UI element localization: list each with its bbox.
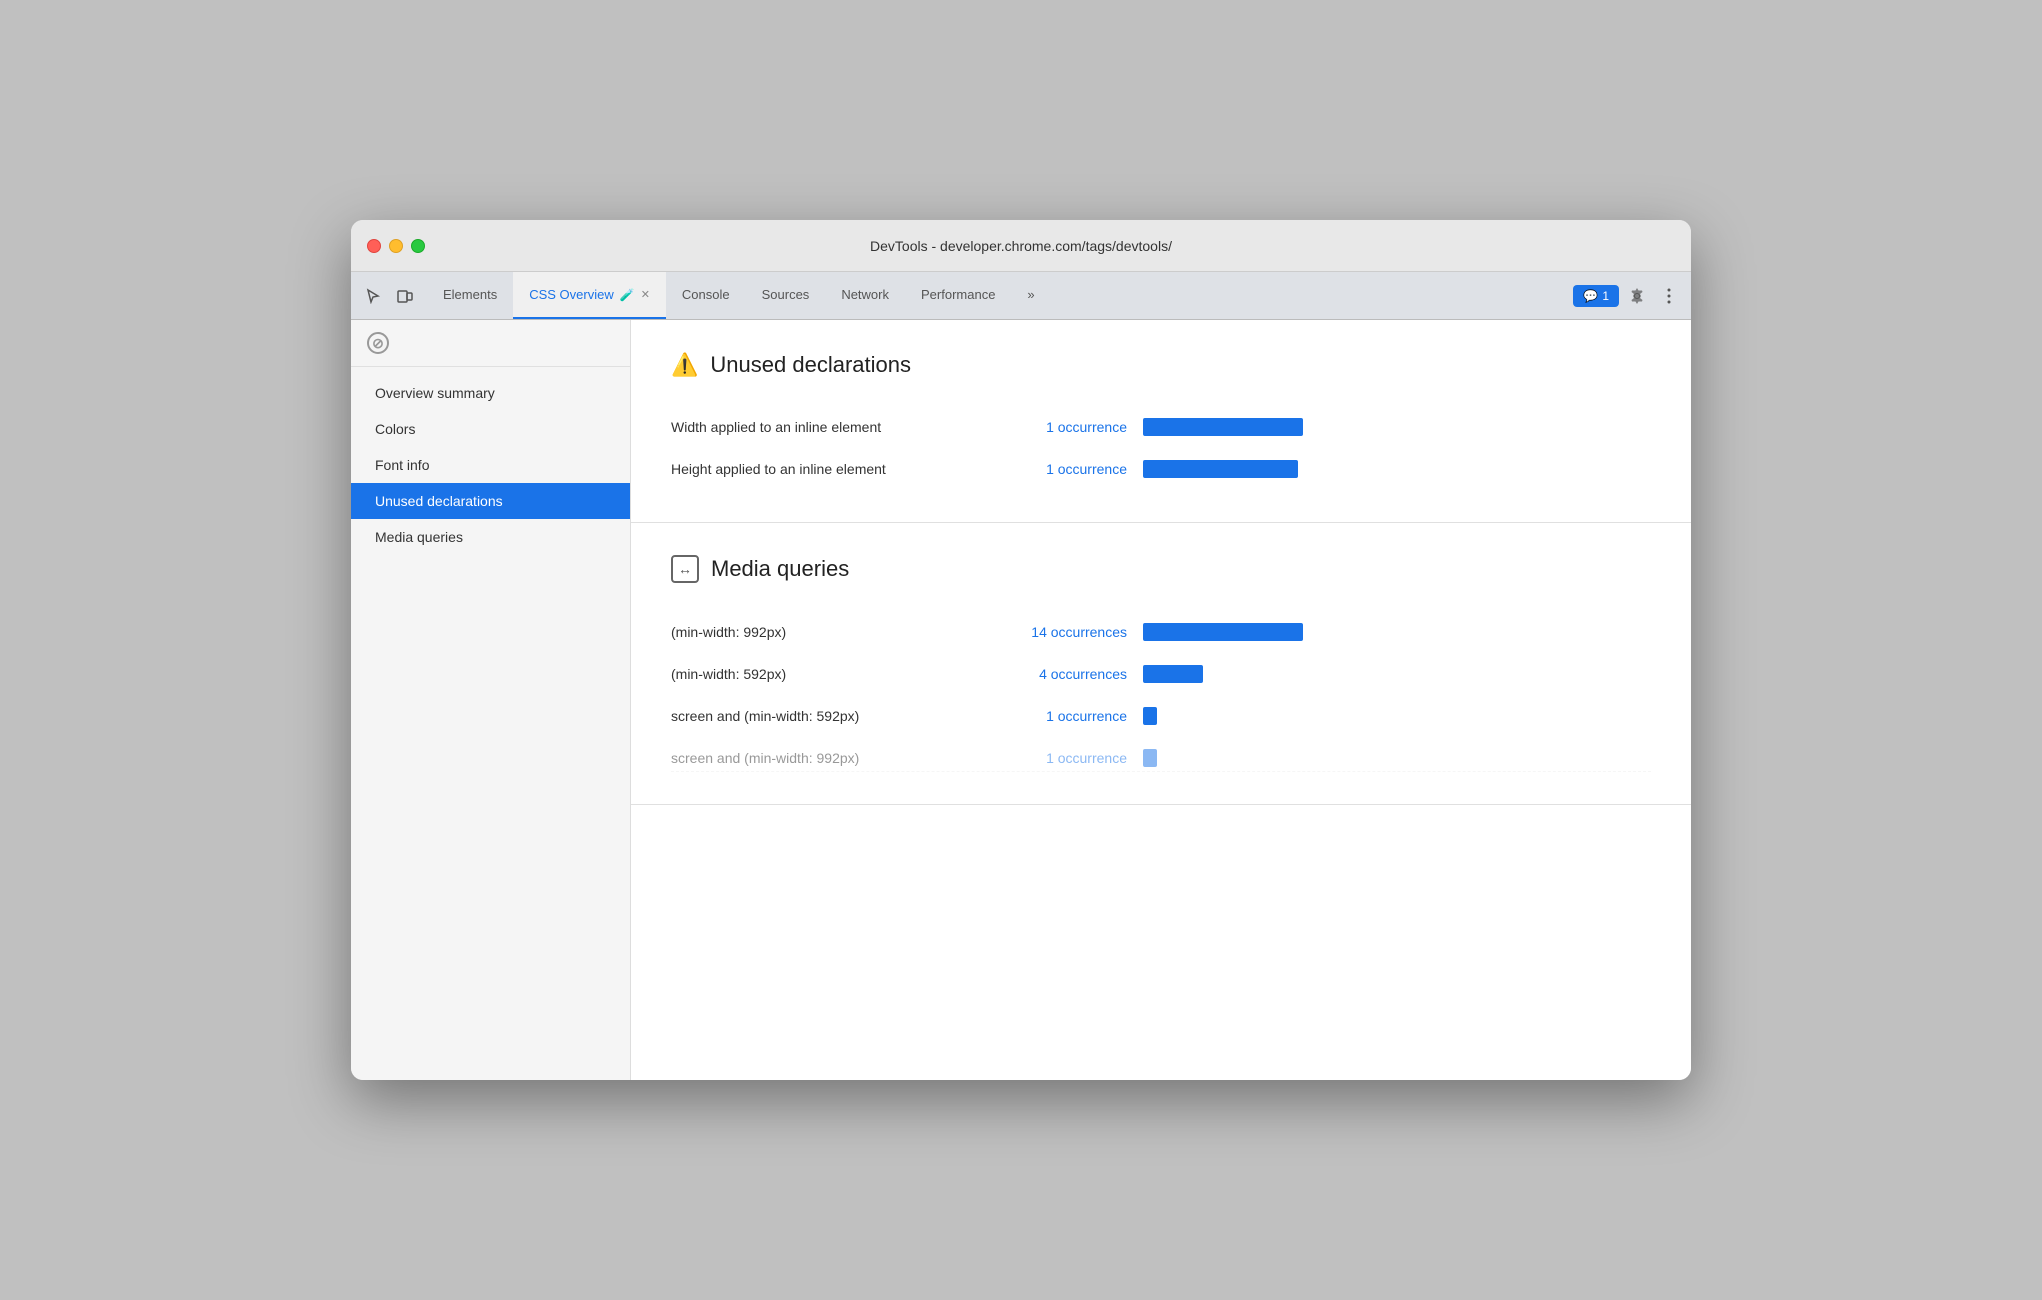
tab-elements[interactable]: Elements	[427, 272, 513, 319]
mq-occurrence-1[interactable]: 14 occurrences	[1007, 624, 1127, 640]
sidebar-item-overview-summary-label: Overview summary	[375, 385, 495, 401]
mq-bar-4	[1143, 749, 1157, 767]
declaration-label-height: Height applied to an inline element	[671, 461, 991, 477]
device-toolbar-button[interactable]	[391, 282, 419, 310]
table-row: Height applied to an inline element 1 oc…	[671, 448, 1651, 490]
table-row: (min-width: 592px) 4 occurrences	[671, 653, 1651, 695]
sidebar-nav: Overview summary Colors Font info Unused…	[351, 367, 630, 563]
sidebar-item-media-queries-label: Media queries	[375, 529, 463, 545]
tab-console[interactable]: Console	[666, 272, 746, 319]
more-options-button[interactable]	[1655, 282, 1683, 310]
tab-console-label: Console	[682, 287, 730, 302]
sidebar-item-font-info[interactable]: Font info	[351, 447, 630, 483]
tab-css-overview[interactable]: CSS Overview 🧪 ✕	[513, 272, 666, 319]
sidebar-item-unused-declarations[interactable]: Unused declarations	[351, 483, 630, 519]
cursor-tool-button[interactable]	[359, 282, 387, 310]
traffic-lights	[367, 239, 425, 253]
media-queries-header: ↔ Media queries	[671, 555, 1651, 583]
table-row: (min-width: 992px) 14 occurrences	[671, 611, 1651, 653]
tabs-container: Elements CSS Overview 🧪 ✕ Console Source…	[427, 272, 1565, 319]
close-button[interactable]	[367, 239, 381, 253]
tab-bar-right: 💬 1	[1565, 272, 1683, 319]
mq-label-4: screen and (min-width: 992px)	[671, 750, 991, 766]
tab-css-overview-label: CSS Overview	[529, 287, 614, 302]
sidebar-item-media-queries[interactable]: Media queries	[351, 519, 630, 555]
tab-network[interactable]: Network	[825, 272, 905, 319]
mq-bar-1	[1143, 623, 1303, 641]
mq-occurrence-4[interactable]: 1 occurrence	[1007, 750, 1127, 766]
main-content: ⊘ Overview summary Colors Font info Unus…	[351, 320, 1691, 1080]
media-queries-title: Media queries	[711, 556, 849, 582]
mq-bar-container-4	[1143, 749, 1651, 767]
mq-occurrence-3[interactable]: 1 occurrence	[1007, 708, 1127, 724]
bar-container-height	[1143, 460, 1651, 478]
experimental-icon: 🧪	[620, 288, 635, 302]
unused-declarations-section: ⚠️ Unused declarations Width applied to …	[631, 320, 1691, 523]
mq-occurrence-2[interactable]: 4 occurrences	[1007, 666, 1127, 682]
window-title: DevTools - developer.chrome.com/tags/dev…	[870, 238, 1172, 254]
mq-bar-3	[1143, 707, 1157, 725]
bar-container-width	[1143, 418, 1651, 436]
minimize-button[interactable]	[389, 239, 403, 253]
unused-declarations-title: Unused declarations	[710, 352, 911, 378]
table-row: screen and (min-width: 992px) 1 occurren…	[671, 737, 1651, 772]
sidebar-item-font-info-label: Font info	[375, 457, 429, 473]
mq-label-3: screen and (min-width: 592px)	[671, 708, 991, 724]
tab-performance[interactable]: Performance	[905, 272, 1011, 319]
tab-more-label: »	[1027, 287, 1034, 302]
table-row: Width applied to an inline element 1 occ…	[671, 406, 1651, 448]
tab-bar: Elements CSS Overview 🧪 ✕ Console Source…	[351, 272, 1691, 320]
mq-label-2: (min-width: 592px)	[671, 666, 991, 682]
chat-button[interactable]: 💬 1	[1573, 285, 1619, 307]
sidebar: ⊘ Overview summary Colors Font info Unus…	[351, 320, 631, 1080]
tab-performance-label: Performance	[921, 287, 995, 302]
tab-elements-label: Elements	[443, 287, 497, 302]
bar-width	[1143, 418, 1303, 436]
sidebar-item-unused-declarations-label: Unused declarations	[375, 493, 503, 509]
mq-bar-2	[1143, 665, 1203, 683]
no-icon: ⊘	[367, 332, 389, 354]
declaration-label-width: Width applied to an inline element	[671, 419, 991, 435]
chat-count: 1	[1602, 289, 1609, 303]
table-row: screen and (min-width: 592px) 1 occurren…	[671, 695, 1651, 737]
content-area: ⚠️ Unused declarations Width applied to …	[631, 320, 1691, 1080]
warning-icon: ⚠️	[671, 352, 698, 378]
mq-bar-container-1	[1143, 623, 1651, 641]
tab-bar-tools	[359, 272, 427, 319]
maximize-button[interactable]	[411, 239, 425, 253]
occurrence-link-width[interactable]: 1 occurrence	[1007, 419, 1127, 435]
sidebar-item-overview-summary[interactable]: Overview summary	[351, 375, 630, 411]
unused-declarations-header: ⚠️ Unused declarations	[671, 352, 1651, 378]
bar-height	[1143, 460, 1298, 478]
mq-label-1: (min-width: 992px)	[671, 624, 991, 640]
chat-icon: 💬	[1583, 289, 1598, 303]
occurrence-link-height[interactable]: 1 occurrence	[1007, 461, 1127, 477]
title-bar: DevTools - developer.chrome.com/tags/dev…	[351, 220, 1691, 272]
sidebar-item-colors[interactable]: Colors	[351, 411, 630, 447]
tab-sources-label: Sources	[762, 287, 810, 302]
tab-close-button[interactable]: ✕	[641, 288, 650, 301]
tab-network-label: Network	[841, 287, 889, 302]
sidebar-top: ⊘	[351, 320, 630, 367]
devtools-window: DevTools - developer.chrome.com/tags/dev…	[351, 220, 1691, 1080]
media-queries-section: ↔ Media queries (min-width: 992px) 14 oc…	[631, 523, 1691, 805]
tab-more[interactable]: »	[1011, 272, 1050, 319]
mq-bar-container-2	[1143, 665, 1651, 683]
sidebar-item-colors-label: Colors	[375, 421, 415, 437]
tab-sources[interactable]: Sources	[746, 272, 826, 319]
mq-bar-container-3	[1143, 707, 1651, 725]
arrows-icon: ↔	[671, 555, 699, 583]
settings-button[interactable]	[1623, 282, 1651, 310]
